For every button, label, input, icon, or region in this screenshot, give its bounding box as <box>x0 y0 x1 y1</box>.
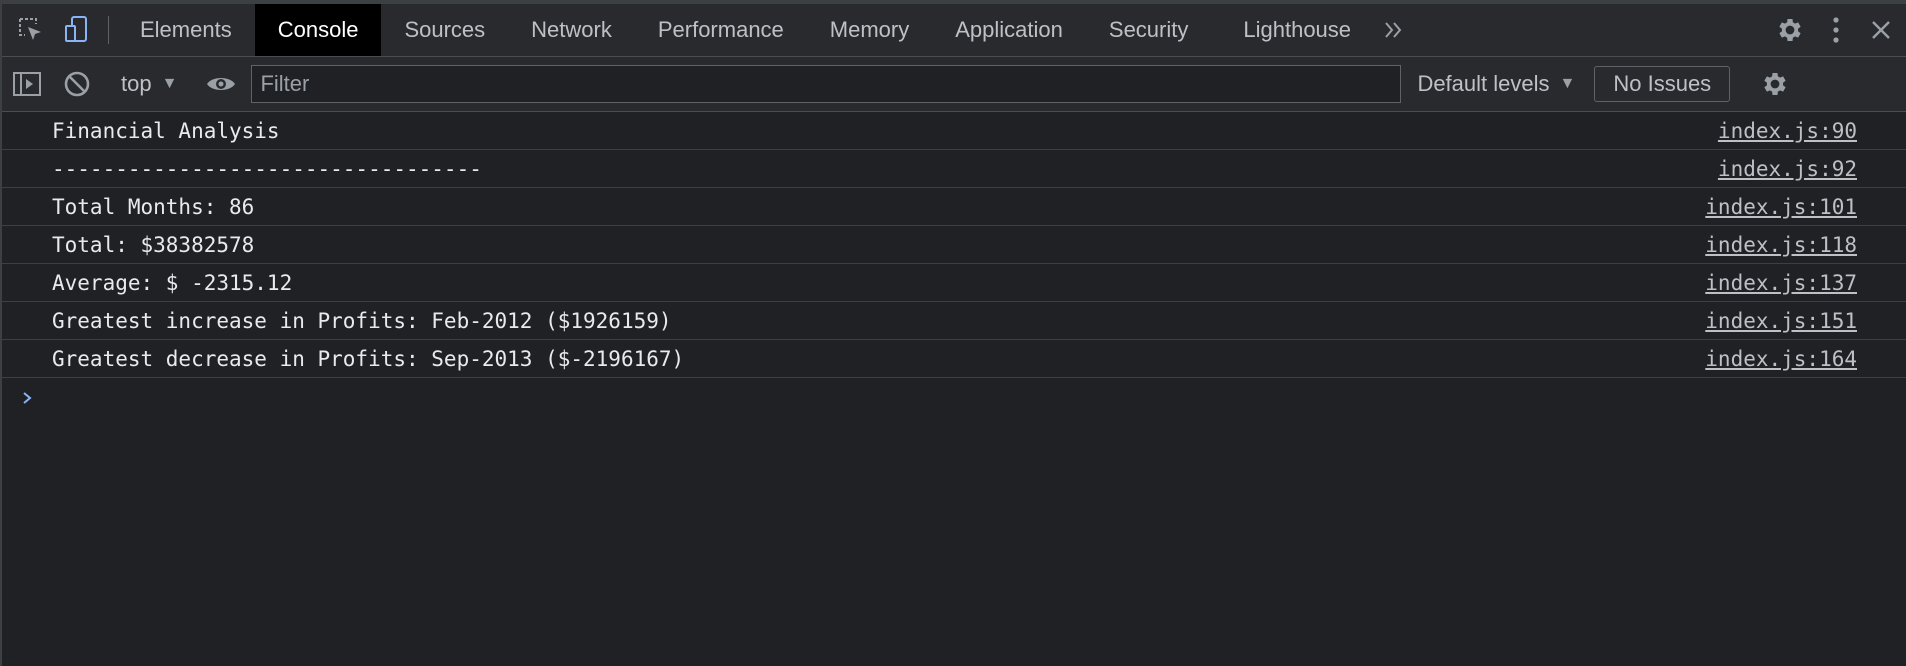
tab-lighthouse[interactable]: Lighthouse <box>1211 4 1374 56</box>
log-levels-dropdown[interactable]: Default levels ▼ <box>1401 71 1585 97</box>
tab-application[interactable]: Application <box>932 4 1086 56</box>
message-text: Greatest decrease in Profits: Sep-2013 (… <box>52 346 685 371</box>
issues-label: No Issues <box>1613 71 1712 96</box>
message-text: Total: $38382578 <box>52 232 255 257</box>
separator <box>108 16 109 44</box>
tab-sources[interactable]: Sources <box>381 4 508 56</box>
console-message: Greatest increase in Profits: Feb-2012 (… <box>2 302 1906 340</box>
filter-input[interactable] <box>251 65 1402 103</box>
source-link[interactable]: index.js:151 <box>1705 309 1857 333</box>
kebab-menu-icon[interactable] <box>1816 16 1856 44</box>
console-toolbar: top ▼ Default levels ▼ No Issues <box>2 57 1906 112</box>
tab-network[interactable]: Network <box>508 4 635 56</box>
message-text: Average: $ -2315.12 <box>52 270 293 295</box>
console-prompt[interactable] <box>2 378 1906 418</box>
chevron-down-icon: ▼ <box>161 75 178 92</box>
issues-button[interactable]: No Issues <box>1594 66 1731 102</box>
prompt-chevron-icon <box>22 385 34 411</box>
message-text: Financial Analysis <box>52 118 280 143</box>
tab-console[interactable]: Console <box>254 4 382 56</box>
log-levels-label: Default levels <box>1417 71 1550 96</box>
inspect-element-icon[interactable] <box>8 4 54 56</box>
close-icon[interactable] <box>1856 19 1906 41</box>
device-toolbar-icon[interactable] <box>54 4 100 56</box>
sidebar-toggle-icon[interactable] <box>2 71 52 97</box>
live-expression-icon[interactable] <box>196 73 246 95</box>
console-message: ---------------------------------- index… <box>2 150 1906 188</box>
context-label: top <box>121 71 152 96</box>
source-link[interactable]: index.js:118 <box>1705 233 1857 257</box>
console-message: Greatest decrease in Profits: Sep-2013 (… <box>2 340 1906 378</box>
console-message: Financial Analysis index.js:90 <box>2 112 1906 150</box>
console-settings-gear-icon[interactable] <box>1753 69 1797 99</box>
tab-memory[interactable]: Memory <box>807 4 932 56</box>
clear-console-icon[interactable] <box>52 70 102 98</box>
devtools-tabbar: Elements Console Sources Network Perform… <box>2 0 1906 57</box>
tab-security[interactable]: Security <box>1086 4 1211 56</box>
console-message: Average: $ -2315.12 index.js:137 <box>2 264 1906 302</box>
chevron-down-icon: ▼ <box>1559 75 1576 92</box>
tab-elements[interactable]: Elements <box>117 4 255 56</box>
console-message: Total: $38382578 index.js:118 <box>2 226 1906 264</box>
source-link[interactable]: index.js:92 <box>1718 157 1857 181</box>
source-link[interactable]: index.js:90 <box>1718 119 1857 143</box>
source-link[interactable]: index.js:137 <box>1705 271 1857 295</box>
more-tabs-icon[interactable] <box>1374 4 1414 56</box>
message-text: ---------------------------------- <box>52 156 482 181</box>
tab-performance[interactable]: Performance <box>635 4 807 56</box>
source-link[interactable]: index.js:164 <box>1705 347 1857 371</box>
message-text: Greatest increase in Profits: Feb-2012 (… <box>52 308 672 333</box>
context-selector[interactable]: top ▼ <box>111 71 187 97</box>
console-output: Financial Analysis index.js:90 ---------… <box>2 112 1906 418</box>
console-message: Total Months: 86 index.js:101 <box>2 188 1906 226</box>
gear-icon[interactable] <box>1764 15 1816 45</box>
message-text: Total Months: 86 <box>52 194 255 219</box>
source-link[interactable]: index.js:101 <box>1705 195 1857 219</box>
